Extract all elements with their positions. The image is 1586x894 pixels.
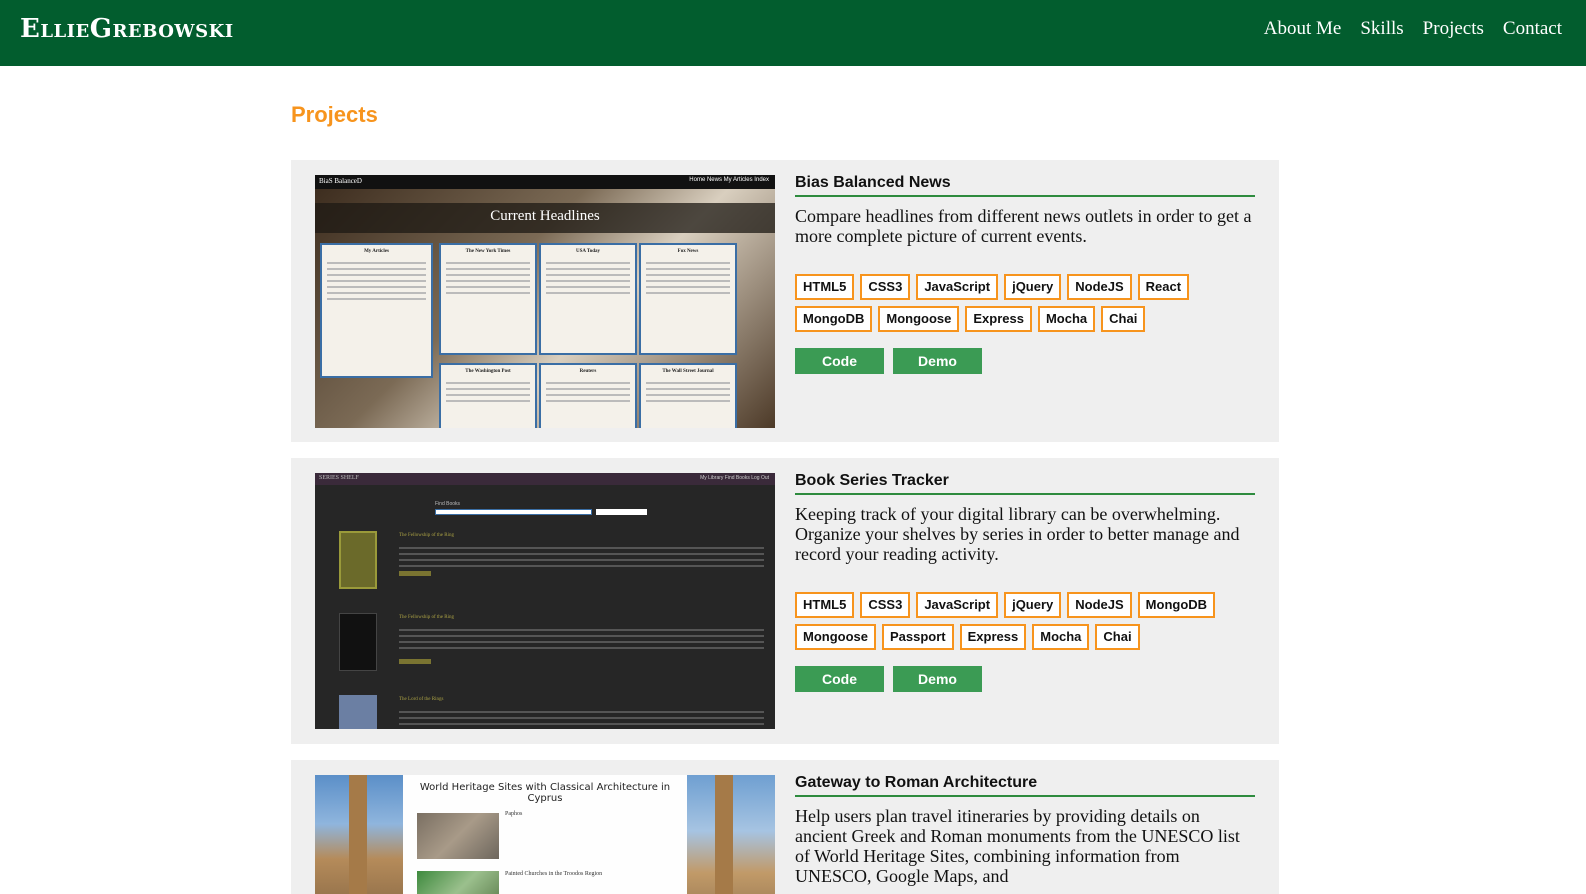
tech-tag: NodeJS [1067, 592, 1132, 618]
nav-link-skills[interactable]: Skills [1360, 18, 1403, 40]
preview-column-title: The New York Times [465, 249, 511, 254]
tech-tag: Mocha [1032, 624, 1090, 650]
preview-column: USA Today [539, 243, 637, 355]
news-site-preview: BiaS BalanceD Home News My Articles Inde… [315, 175, 775, 428]
tech-tag: jQuery [1004, 592, 1062, 618]
tech-tag: JavaScript [916, 592, 999, 618]
tech-tag: Passport [882, 624, 954, 650]
tech-tag: Mongoose [795, 624, 876, 650]
project-screenshot[interactable]: BiaS BalanceD Home News My Articles Inde… [315, 175, 775, 428]
tech-tag: MongoDB [1137, 592, 1216, 618]
project-info: Gateway to Roman Architecture Help users… [795, 774, 1255, 886]
preview-book-title: The Fellowship of the Ring [399, 615, 454, 620]
project-screenshot[interactable]: SERIES SHELF My Library Find Books Log O… [315, 473, 775, 729]
preview-column-title: USA Today [575, 249, 601, 254]
nav-link-contact[interactable]: Contact [1503, 18, 1562, 40]
preview-search-button [596, 509, 647, 515]
site-photo [417, 871, 499, 894]
tech-tag: Express [965, 306, 1032, 332]
library-site-preview: SERIES SHELF My Library Find Books Log O… [315, 473, 775, 729]
preview-book-title: The Lord of the Rings [399, 697, 444, 702]
project-buttons: Code Demo [795, 666, 1255, 692]
book-cover [339, 613, 377, 671]
tech-tag: CSS3 [860, 274, 911, 300]
project-card: World Heritage Sites with Classical Arch… [291, 760, 1279, 894]
site-photo [417, 813, 499, 859]
preview-banner-text: Current Headlines [490, 208, 600, 224]
preview-column-title: The Washington Post [465, 369, 511, 374]
preview-column: Reuters [539, 363, 637, 428]
book-cover [339, 531, 377, 589]
tech-tag: React [1137, 274, 1190, 300]
tech-tag: HTML5 [795, 274, 855, 300]
tech-tag: Mongoose [878, 306, 960, 332]
project-card: SERIES SHELF My Library Find Books Log O… [291, 458, 1279, 744]
code-button[interactable]: Code [795, 666, 884, 692]
code-button[interactable]: Code [795, 348, 884, 374]
preview-column: My Articles [320, 243, 433, 378]
preview-book-title: The Fellowship of the Ring [399, 533, 454, 538]
tech-tag: HTML5 [795, 592, 855, 618]
heritage-site-preview: World Heritage Sites with Classical Arch… [315, 775, 775, 894]
brand-logo[interactable]: EllieGrebowski [20, 14, 234, 44]
project-info: Book Series Tracker Keeping track of you… [795, 472, 1255, 692]
preview-column-title: The Wall Street Journal [662, 369, 714, 374]
preview-column: The Washington Post [439, 363, 537, 428]
project-title: Bias Balanced News [795, 174, 1255, 197]
tech-tag: JavaScript [916, 274, 999, 300]
project-buttons: Code Demo [795, 348, 1255, 374]
preview-site-title: BiaS BalanceD [319, 177, 362, 185]
tech-tag: Chai [1095, 624, 1140, 650]
book-cover [339, 695, 377, 729]
project-description: Keeping track of your digital library ca… [795, 504, 1240, 564]
preview-site-title: SERIES SHELF [319, 475, 359, 481]
tech-tag: NodeJS [1067, 274, 1132, 300]
preview-column: Fox News [639, 243, 737, 355]
preview-column-title: Reuters [579, 369, 597, 374]
preview-search-label: Find Books [435, 501, 461, 507]
tech-tags: HTML5 CSS3 JavaScript jQuery NodeJS Mong… [795, 592, 1235, 650]
demo-button[interactable]: Demo [893, 348, 982, 374]
pillar-shape [715, 775, 733, 894]
project-info: Bias Balanced News Compare headlines fro… [795, 174, 1255, 374]
preview-nav-links: My Library Find Books Log Out [700, 475, 769, 481]
tech-tags: HTML5 CSS3 JavaScript jQuery NodeJS Reac… [795, 274, 1235, 332]
tech-tag: CSS3 [860, 592, 911, 618]
section-title: Projects [291, 102, 378, 127]
demo-button[interactable]: Demo [893, 666, 982, 692]
nav-links: About Me Skills Projects Contact [1264, 18, 1562, 40]
navbar: EllieGrebowski About Me Skills Projects … [0, 0, 1586, 66]
preview-column-title: Fox News [677, 249, 699, 254]
preview-column: The New York Times [439, 243, 537, 355]
tech-tag: Chai [1101, 306, 1146, 332]
preview-column-title: My Articles [364, 249, 389, 254]
project-card: BiaS BalanceD Home News My Articles Inde… [291, 160, 1279, 442]
preview-search-input [435, 509, 592, 515]
tech-tag: MongoDB [795, 306, 873, 332]
nav-link-projects[interactable]: Projects [1423, 18, 1484, 40]
project-title: Gateway to Roman Architecture [795, 774, 1255, 797]
pillar-shape [349, 775, 367, 894]
nav-link-about[interactable]: About Me [1264, 18, 1342, 40]
tech-tag: Mocha [1037, 306, 1096, 332]
project-screenshot[interactable]: World Heritage Sites with Classical Arch… [315, 775, 775, 894]
preview-site-label: Painted Churches in the Troodos Region [505, 871, 603, 877]
tech-tag: jQuery [1004, 274, 1062, 300]
preview-nav-links: Home News My Articles Index [689, 177, 769, 183]
project-description: Compare headlines from different news ou… [795, 206, 1252, 246]
preview-site-label: Paphos [505, 811, 523, 817]
tech-tag: Express [959, 624, 1027, 650]
project-title: Book Series Tracker [795, 472, 1255, 495]
project-description: Help users plan travel itineraries by pr… [795, 806, 1240, 886]
preview-column: The Wall Street Journal [639, 363, 737, 428]
preview-heading: World Heritage Sites with Classical Arch… [419, 782, 671, 804]
